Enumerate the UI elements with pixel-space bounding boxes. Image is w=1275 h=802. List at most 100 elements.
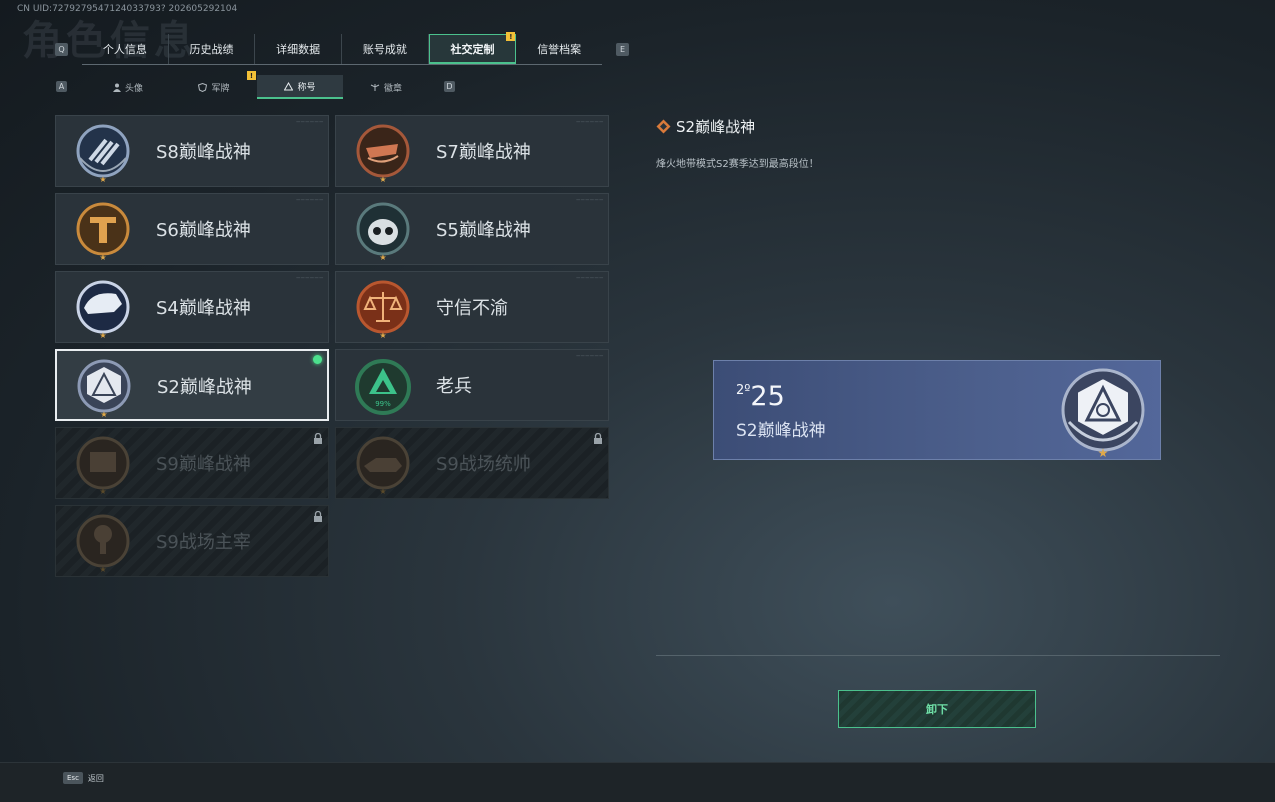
title-label: S4巅峰战神 [156, 298, 251, 319]
svg-text:★: ★ [1098, 446, 1109, 458]
prev-subtab-key[interactable]: A [56, 81, 67, 92]
title-label: 老兵 [436, 376, 472, 397]
subtab-badge[interactable]: 徽章 [343, 75, 429, 99]
s7-emblem-icon: ★ [356, 124, 410, 184]
tab-label: 详细数据 [276, 43, 321, 56]
esc-key: Esc [63, 772, 83, 784]
subtab-title[interactable]: 称号 [257, 75, 343, 99]
subtab-label: 头像 [124, 83, 143, 94]
detail-description: 烽火地带模式S2赛季达到最高段位！ [656, 159, 819, 170]
card-decoration: ────── [576, 197, 604, 204]
tab-achievements[interactable]: 账号成就 [342, 34, 429, 64]
diamond-icon [656, 119, 671, 134]
next-tab-key[interactable]: E [616, 43, 629, 56]
lock-icon [314, 433, 322, 444]
title-label: S2巅峰战神 [157, 377, 252, 398]
unequip-button[interactable]: 卸下 [838, 690, 1036, 728]
title-card-locked[interactable]: ★ S9战场主宰 [55, 505, 329, 577]
title-label: S9战场主宰 [156, 532, 251, 553]
svg-text:★: ★ [100, 410, 107, 419]
tab-reputation[interactable]: 信誉档案 [516, 34, 602, 64]
svg-text:★: ★ [379, 253, 386, 262]
title-card[interactable]: ★ 守信不渝 ────── [335, 271, 609, 343]
title-card[interactable]: ★ S8巅峰战神 ────── [55, 115, 329, 187]
svg-text:★: ★ [99, 253, 106, 262]
s5-emblem-icon: ★ [356, 202, 410, 262]
wings-icon [370, 83, 380, 91]
lock-icon [314, 511, 322, 522]
preview-title: S2巅峰战神 [736, 421, 826, 441]
preview-year-value: 25 [750, 381, 785, 412]
title-card-locked[interactable]: ★ S9战场统帅 [335, 427, 609, 499]
title-label: S5巅峰战神 [436, 220, 531, 241]
tab-label: 社交定制 [450, 42, 495, 56]
tab-profile[interactable]: 个人信息 [82, 34, 169, 64]
title-card[interactable]: ★ S7巅峰战神 ────── [335, 115, 609, 187]
subtab-label: 徽章 [383, 83, 402, 94]
svg-text:★: ★ [99, 565, 106, 574]
card-decoration: ────── [296, 275, 324, 282]
svg-text:★: ★ [379, 175, 386, 184]
card-decoration: ────── [576, 353, 604, 360]
veteran-emblem-icon: 99% [355, 359, 411, 415]
svg-text:★: ★ [99, 487, 106, 496]
preview-year-prefix: 2º [736, 383, 751, 398]
bottom-bar [0, 762, 1275, 802]
title-card-locked[interactable]: ★ S9巅峰战神 [55, 427, 329, 499]
notification-badge: ! [247, 71, 256, 80]
title-card[interactable]: ★ S5巅峰战神 ────── [335, 193, 609, 265]
preview-year: 2º25 [736, 381, 785, 412]
title-label: S8巅峰战神 [156, 142, 251, 163]
shield-icon [198, 82, 208, 92]
uid-text: CN UID:7279279547124033793? 202605292104 [17, 4, 238, 14]
lock-icon [594, 433, 602, 444]
tab-label: 账号成就 [362, 43, 407, 56]
card-decoration: ────── [576, 119, 604, 126]
equipped-indicator [313, 355, 322, 364]
scales-emblem-icon: ★ [356, 280, 410, 340]
svg-text:★: ★ [379, 487, 386, 496]
main-tabs: 个人信息 历史战绩 详细数据 账号成就 社交定制 ! 信誉档案 [82, 32, 602, 65]
tab-stats[interactable]: 详细数据 [255, 34, 343, 64]
card-decoration: ────── [296, 197, 324, 204]
title-card[interactable]: 99% 老兵 ────── [335, 349, 609, 421]
s4-emblem-icon: ★ [76, 280, 130, 340]
notification-badge: ! [506, 32, 516, 41]
veteran-progress: 99% [375, 400, 391, 408]
detail-title: S2巅峰战神 [656, 116, 755, 137]
title-card-selected[interactable]: ★ S2巅峰战神 [55, 349, 329, 421]
next-subtab-key[interactable]: D [444, 81, 455, 92]
triangle-icon [284, 81, 294, 90]
tab-label: 信誉档案 [537, 43, 582, 56]
prev-tab-key[interactable]: Q [55, 43, 68, 56]
card-decoration: ────── [296, 119, 324, 126]
title-preview-card: 2º25 S2巅峰战神 ★ [713, 360, 1161, 460]
s2-emblem-icon: ★ [77, 359, 131, 419]
subtab-avatar[interactable]: 头像 [85, 75, 171, 99]
subtab-label: 称号 [297, 82, 316, 93]
s6-emblem-icon: ★ [76, 202, 130, 262]
subtab-label: 军牌 [211, 83, 230, 94]
detail-title-text: S2巅峰战神 [676, 118, 756, 136]
tab-history[interactable]: 历史战绩 [169, 34, 256, 64]
person-icon [112, 83, 121, 92]
svg-text:★: ★ [99, 175, 106, 184]
back-label: 返回 [87, 773, 104, 783]
title-label: S9巅峰战神 [156, 454, 251, 475]
s9-emblem-icon: ★ [76, 436, 130, 496]
title-card[interactable]: ★ S4巅峰战神 ────── [55, 271, 329, 343]
s2-large-emblem-icon: ★ [1061, 368, 1145, 458]
back-button[interactable]: Esc 返回 [63, 772, 104, 784]
s9-dominator-emblem-icon: ★ [76, 514, 130, 574]
svg-text:★: ★ [99, 331, 106, 340]
s8-emblem-icon: ★ [76, 124, 130, 184]
subtab-dogtag[interactable]: 军牌 ! [171, 71, 257, 99]
title-label: 守信不渝 [436, 298, 508, 319]
s9-commander-emblem-icon: ★ [356, 436, 410, 496]
svg-text:★: ★ [379, 331, 386, 340]
title-label: S6巅峰战神 [156, 220, 251, 241]
tab-label: 历史战绩 [189, 43, 234, 56]
tab-social-custom[interactable]: 社交定制 ! [428, 32, 517, 64]
title-card[interactable]: ★ S6巅峰战神 ────── [55, 193, 329, 265]
divider [656, 655, 1220, 656]
